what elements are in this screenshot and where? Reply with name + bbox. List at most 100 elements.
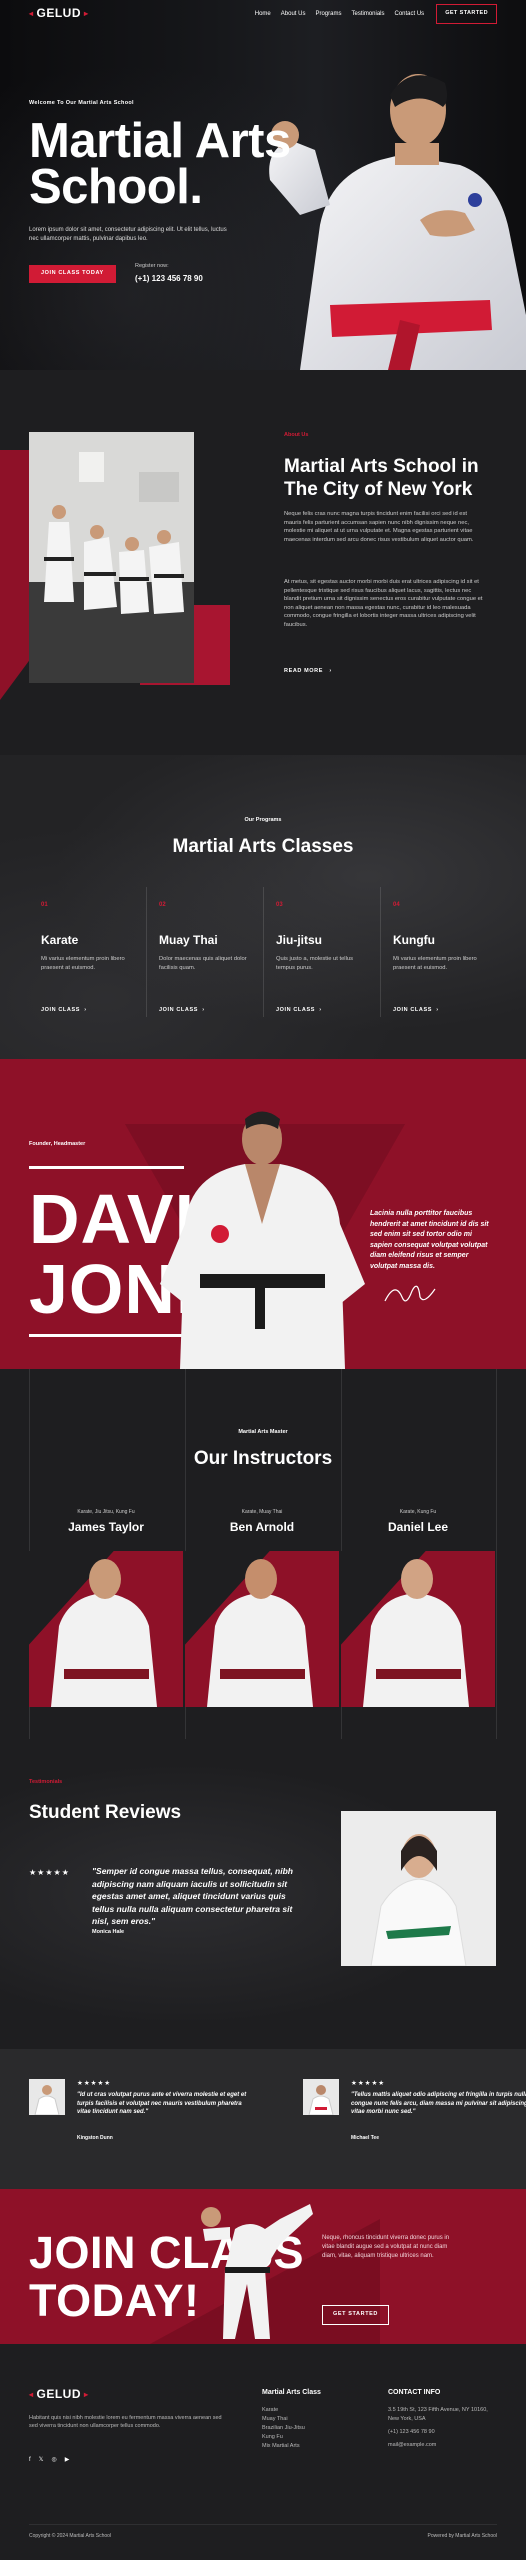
class-card-muay-thai: 02 Muay Thai Dolor maecenas quis aliquet… [146,887,263,1017]
logo-mark-icon: ◂ [29,2389,34,2399]
class-description: Mi varius elementum proin libero praesen… [41,956,125,971]
hero-title-line1: Martial Arts [29,114,291,168]
footer-email[interactable]: mail@example.com [388,2441,498,2450]
nav-link-contact[interactable]: Contact Us [395,10,425,19]
site-logo[interactable]: ◂ GELUD ▸ [29,5,89,22]
instructor-card[interactable]: Karate, Jiu Jitsu, Kung Fu James Taylor [29,1509,183,1707]
instructor-name: Daniel Lee [387,1520,449,1535]
instructor-photo [29,1551,183,1707]
logo-mark-icon: ▸ [84,9,89,19]
founder-quote: Lacinia nulla porttitor faucibus hendrer… [370,1210,489,1270]
join-class-link[interactable]: JOIN CLASS › [393,1007,439,1015]
nav-link-programs[interactable]: Programs [315,10,341,19]
classes-title: Martial Arts Classes [172,836,354,857]
hero-section: ◂ GELUD ▸ Home About Us Programs Testimo… [0,0,526,370]
arrow-right-icon: › [432,1007,439,1013]
powered-by-text: Powered by Martial Arts School [427,2533,497,2539]
footer-class-link[interactable]: Kung Fu [262,2433,321,2442]
footer-class-link[interactable]: Mix Martial Arts [262,2442,321,2451]
rating-stars-icon: ★★★★★ [77,2080,112,2087]
social-links: f 𝕏 ◎ ▶ [29,2456,69,2465]
instructor-name: Ben Arnold [229,1520,295,1535]
register-phone[interactable]: (+1) 123 456 78 90 [135,273,203,285]
class-description: Quis justo a, molestie ut tellus tempus … [276,956,354,971]
rating-stars-icon: ★★★★★ [29,1868,70,1877]
hero-kicker: Welcome To Our Martial Arts School [29,100,134,106]
read-more-label: READ MORE [284,668,324,674]
youtube-icon[interactable]: ▶ [65,2456,70,2465]
class-card-jiu-jitsu: 03 Jiu-jitsu Quis justo a, molestie ut t… [263,887,380,1017]
read-more-link[interactable]: READ MORE › [284,668,332,676]
footer-bottom-bar: Copyright © 2024 Martial Arts School Pow… [29,2524,497,2540]
logo-mark-icon: ◂ [29,9,34,19]
testimonial-author: Kingston Dunn [77,2135,113,2141]
get-started-button[interactable]: GET STARTED [436,4,497,24]
footer-classes-column: Martial Arts Class Karate Muay Thai Braz… [262,2388,321,2451]
nav-link-testimonials[interactable]: Testimonials [351,10,384,19]
join-class-label: JOIN CLASS [159,1007,199,1013]
instructor-card[interactable]: Karate, Muay Thai Ben Arnold [185,1509,339,1707]
reviews-kicker: Testimonials [29,1779,63,1785]
join-class-button[interactable]: JOIN CLASS TODAY [29,265,116,283]
footer-class-link[interactable]: Muay Thai [262,2415,321,2424]
class-card-karate: 01 Karate Mi varius elementum proin libe… [29,887,146,1017]
instagram-icon[interactable]: ◎ [52,2456,57,2465]
class-card-kungfu: 04 Kungfu Mi varius elementum proin libe… [380,887,497,1017]
facebook-icon[interactable]: f [29,2456,31,2465]
arrow-right-icon: › [80,1007,87,1013]
hero-fighter-image [269,74,526,370]
twitter-icon[interactable]: 𝕏 [39,2456,44,2465]
kicking-fighter-image [201,2204,313,2339]
footer-address: 3.5 19th St, 123 Fifth Avenue, NY 10160,… [388,2407,488,2423]
arrow-right-icon: › [325,668,332,674]
register-label: Register now: [135,263,169,269]
join-class-link[interactable]: JOIN CLASS › [41,1007,87,1015]
hero-title: Martial Arts School. [29,114,291,214]
nav-link-about[interactable]: About Us [281,10,306,19]
founder-kicker: Founder, Headmaster [29,1141,86,1147]
join-class-link[interactable]: JOIN CLASS › [159,1007,205,1015]
class-name: Kungfu [393,932,435,947]
logo-text: GELUD [36,2387,82,2401]
about-paragraph-1: Neque felis cras nunc magna turpis tinci… [284,511,474,543]
footer-classes-title: Martial Arts Class [262,2389,321,2396]
reviewer-photo [341,1811,496,1966]
register-info: Register now: (+1) 123 456 78 90 [135,263,203,285]
review-quote: "Semper id congue massa tellus, consequa… [92,1866,293,1926]
join-class-link[interactable]: JOIN CLASS › [276,1007,322,1015]
hero-description: Lorem ipsum dolor sit amet, consectetur … [29,227,227,242]
footer-phone[interactable]: (+1) 123 456 78 90 [388,2428,498,2437]
hero-title-line2: School. [29,160,203,214]
testimonial-avatar [303,2079,339,2115]
about-paragraph-2: At metus, sit egestas auctor morbi morbi… [284,579,483,628]
join-section: JOIN CLASS TODAY! Neque, rhoncus tincidu… [0,2189,526,2344]
get-started-button[interactable]: GET STARTED [322,2305,389,2325]
testimonial-quote: "Tellus mattis aliquet odio adipiscing e… [351,2092,526,2116]
class-number: 02 [159,902,166,908]
classes-grid: 01 Karate Mi varius elementum proin libe… [29,887,497,1017]
top-navbar: ◂ GELUD ▸ Home About Us Programs Testimo… [29,4,497,24]
review-author: Monica Hale [92,1929,125,1935]
class-description: Dolor maecenas quis aliquet dolor facili… [159,956,247,971]
signature-icon [384,1285,436,1302]
instructor-disciplines: Karate, Jiu Jitsu, Kung Fu [77,1509,135,1515]
reviews-title: Student Reviews [29,1802,182,1823]
logo-mark-icon: ▸ [84,2389,89,2399]
footer-logo[interactable]: ◂ GELUD ▸ [29,2386,89,2403]
instructor-card[interactable]: Karate, Kung Fu Daniel Lee [341,1509,495,1707]
join-description: Neque, rhoncus tincidunt viverra donec p… [322,2235,450,2259]
testimonial-author: Michael Tee [351,2135,379,2141]
class-name: Karate [41,932,79,947]
instructor-disciplines: Karate, Kung Fu [399,1509,437,1515]
founder-photo [160,1111,365,1369]
footer-class-link[interactable]: Brazilian Jiu-Jitsu [262,2424,321,2433]
site-footer: ◂ GELUD ▸ Habitant quis nisi nibh molest… [0,2344,526,2560]
founder-section: Founder, Headmaster DAVID JONES Lacinia … [0,1059,526,1369]
logo-text: GELUD [36,6,82,21]
nav-link-home[interactable]: Home [255,10,271,19]
footer-class-link[interactable]: Karate [262,2406,321,2415]
about-section: About Us Martial Arts School in The City… [0,370,526,755]
arrow-right-icon: › [315,1007,322,1013]
rating-stars-icon: ★★★★★ [351,2080,386,2087]
instructor-photo [341,1551,495,1707]
